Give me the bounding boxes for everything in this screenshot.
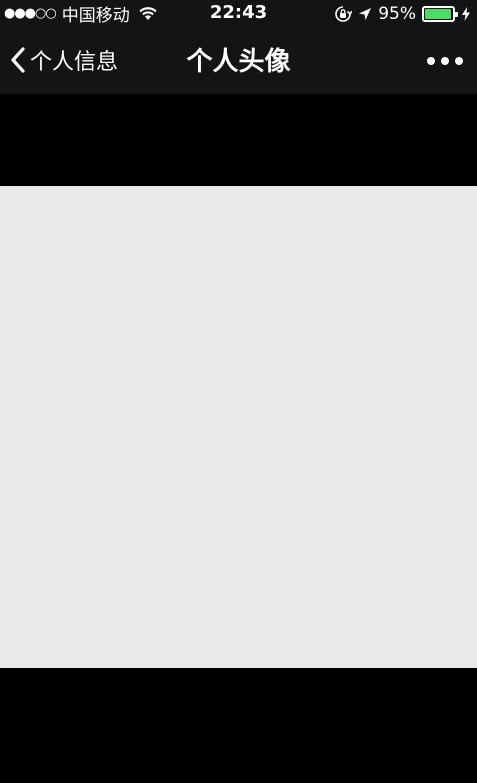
more-dots-icon: [441, 57, 449, 65]
navigation-bar: 个人信息 个人头像: [0, 27, 477, 94]
more-dots-icon: [427, 57, 435, 65]
battery-nub: [455, 12, 458, 17]
status-bar-right: 95%: [334, 3, 471, 25]
battery-level-fill: [425, 9, 451, 19]
charging-bolt-icon: [462, 7, 470, 21]
orientation-lock-icon: [335, 6, 353, 22]
page-title: 个人头像: [186, 47, 291, 77]
battery-icon: [422, 6, 458, 22]
avatar-image[interactable]: [0, 186, 477, 668]
status-bar: ●●●○○ 中国移动 22:43 95%: [0, 0, 477, 27]
more-options-button[interactable]: [427, 51, 463, 71]
avatar-viewer: [0, 94, 477, 783]
battery-percentage: 95%: [378, 4, 416, 24]
more-dots-icon: [455, 57, 463, 65]
location-arrow-icon: [359, 8, 372, 20]
